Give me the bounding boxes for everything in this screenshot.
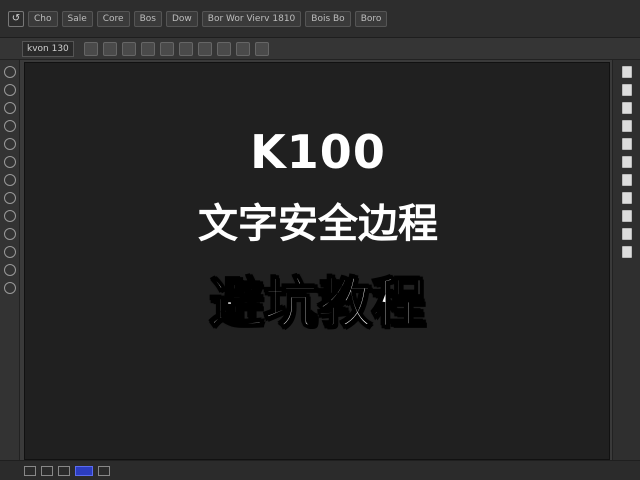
- menu-item-4[interactable]: Bos: [133, 10, 162, 27]
- menu-item-1[interactable]: Cho: [28, 10, 58, 27]
- document-icon[interactable]: [621, 120, 632, 132]
- status-accent-icon[interactable]: [75, 465, 93, 476]
- headline-k100: K100: [250, 125, 386, 179]
- tool-icon-3[interactable]: [121, 41, 136, 56]
- tool-icon-2[interactable]: [102, 41, 117, 56]
- tool-icon-8[interactable]: [216, 41, 231, 56]
- document-icon[interactable]: [621, 228, 632, 240]
- tool-button[interactable]: [3, 192, 16, 204]
- status-icon[interactable]: [41, 465, 53, 476]
- tool-icon-7[interactable]: [197, 41, 212, 56]
- tool-button[interactable]: [3, 138, 16, 150]
- status-icon[interactable]: [24, 465, 36, 476]
- menu-item-8[interactable]: Boro: [354, 10, 388, 27]
- tool-button[interactable]: [3, 174, 16, 186]
- tool-icon-9[interactable]: [235, 41, 250, 56]
- menu-item-3[interactable]: Core: [96, 10, 130, 27]
- canvas[interactable]: K100 文字安全边程 避坑教程: [24, 62, 610, 460]
- right-panel-rail: [612, 60, 640, 460]
- menu-item-6[interactable]: Bor Wor Vierv 1810: [201, 10, 302, 27]
- tool-button[interactable]: [3, 102, 16, 114]
- left-tool-rail: [0, 60, 20, 460]
- top-toolbar: ↺ Cho Sale Core Bos Dow Bor Wor Vierv 18…: [0, 0, 640, 38]
- tool-button[interactable]: [3, 264, 16, 276]
- headline-tutorial: 避坑教程: [209, 271, 427, 336]
- menu-item-5[interactable]: Dow: [165, 10, 198, 27]
- tool-icon-6[interactable]: [178, 41, 193, 56]
- document-icon[interactable]: [621, 174, 632, 186]
- tool-button[interactable]: [3, 120, 16, 132]
- tool-icon-1[interactable]: [83, 41, 98, 56]
- secondary-toolbar: kvon 130: [0, 38, 640, 60]
- menu-item-7[interactable]: Bois Bo: [305, 10, 351, 27]
- tool-icon-5[interactable]: [159, 41, 174, 56]
- zoom-label[interactable]: kvon 130: [22, 40, 74, 57]
- tool-button[interactable]: [3, 66, 16, 78]
- tool-icon-10[interactable]: [254, 41, 269, 56]
- document-icon[interactable]: [621, 192, 632, 204]
- document-icon[interactable]: [621, 84, 632, 96]
- document-icon[interactable]: [621, 102, 632, 114]
- document-icon[interactable]: [621, 66, 632, 78]
- menu-item-2[interactable]: Sale: [61, 10, 93, 27]
- document-icon[interactable]: [621, 156, 632, 168]
- status-icon[interactable]: [98, 465, 110, 476]
- tool-button[interactable]: [3, 246, 16, 258]
- tool-button[interactable]: [3, 228, 16, 240]
- tool-button[interactable]: [3, 282, 16, 294]
- undo-icon[interactable]: ↺: [8, 10, 24, 27]
- headline-subtitle: 文字安全边程: [198, 201, 438, 247]
- tool-icon-4[interactable]: [140, 41, 155, 56]
- tool-button[interactable]: [3, 84, 16, 96]
- document-icon[interactable]: [621, 138, 632, 150]
- document-icon[interactable]: [621, 246, 632, 258]
- bottom-status-bar: [0, 460, 640, 480]
- document-icon[interactable]: [621, 210, 632, 222]
- tool-button[interactable]: [3, 156, 16, 168]
- tool-button[interactable]: [3, 210, 16, 222]
- status-icon[interactable]: [58, 465, 70, 476]
